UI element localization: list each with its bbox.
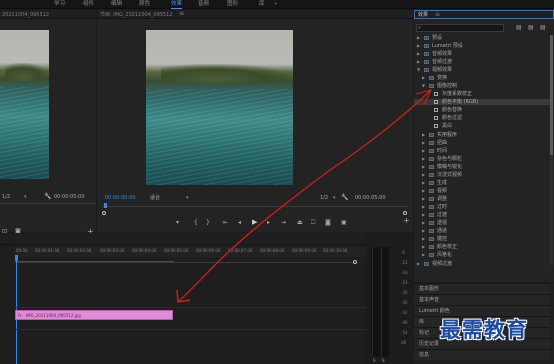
annotation-arrow <box>176 89 432 303</box>
watermark-text: 最需教育 <box>440 318 528 342</box>
arrow-path <box>177 89 432 303</box>
